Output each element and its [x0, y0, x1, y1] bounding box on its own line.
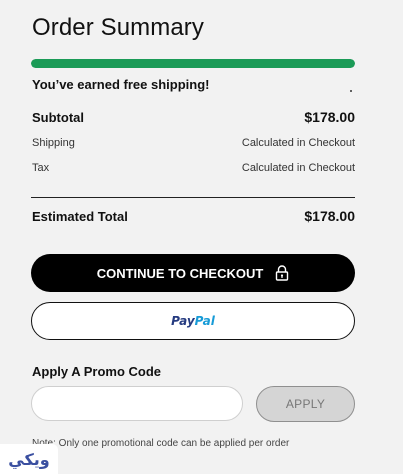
shipping-value: Calculated in Checkout — [241, 137, 355, 149]
shipping-row: Shipping Calculated in Checkout — [32, 137, 355, 149]
estimated-total-row: Estimated Total $178.00 — [32, 208, 355, 224]
tax-row: Tax Calculated in Checkout — [32, 162, 355, 174]
paypal-logo-part2: Pal — [194, 314, 215, 328]
free-shipping-progress-fill — [31, 59, 355, 68]
shipping-label: Shipping — [32, 137, 75, 149]
page-title: Order Summary — [32, 14, 204, 41]
continue-to-checkout-button[interactable]: CONTINUE TO CHECKOUT — [31, 254, 355, 292]
paypal-logo-part1: Pay — [171, 314, 195, 328]
subtotal-value: $178.00 — [304, 109, 355, 125]
paypal-logo: PayPal — [171, 314, 215, 328]
promo-code-input[interactable] — [31, 386, 243, 421]
promo-note: Note: Only one promotional code can be a… — [32, 438, 290, 449]
divider — [31, 197, 355, 198]
free-shipping-progress-bar — [31, 59, 355, 68]
lock-icon — [275, 265, 289, 281]
order-summary-panel: Order Summary You’ve earned free shippin… — [0, 0, 403, 474]
subtotal-label: Subtotal — [32, 110, 84, 125]
estimated-total-label: Estimated Total — [32, 209, 128, 224]
tax-value: Calculated in Checkout — [241, 162, 355, 174]
estimated-total-value: $178.00 — [304, 208, 355, 224]
promo-code-label: Apply A Promo Code — [32, 364, 162, 379]
watermark-logo: ويكي — [0, 444, 58, 474]
checkout-button-label: CONTINUE TO CHECKOUT — [96, 265, 264, 281]
decorative-dot — [350, 90, 352, 92]
free-shipping-message: You’ve earned free shipping! — [32, 77, 210, 92]
apply-promo-button[interactable]: APPLY — [256, 386, 355, 422]
paypal-button[interactable]: PayPal — [31, 302, 355, 340]
watermark-text: ويكي — [8, 449, 50, 469]
subtotal-row: Subtotal $178.00 — [32, 109, 355, 125]
tax-label: Tax — [32, 162, 50, 174]
